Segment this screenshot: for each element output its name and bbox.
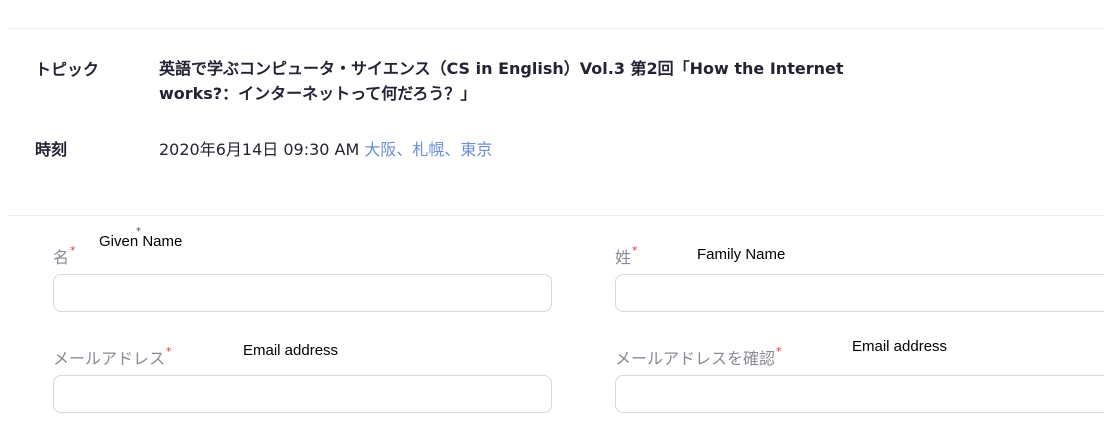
- time-zone-link[interactable]: 大阪、札幌、東京: [364, 140, 492, 159]
- required-mark: *: [166, 345, 172, 358]
- first-name-label-text: 名: [53, 248, 70, 267]
- required-mark: *: [776, 345, 782, 358]
- required-mark: *: [632, 244, 638, 257]
- email-confirm-label: メールアドレスを確認*: [615, 345, 782, 369]
- email-input[interactable]: [53, 375, 552, 413]
- annotation-given-name: Given Name: [99, 233, 183, 250]
- time-label: 時刻: [35, 140, 68, 159]
- required-mark: *: [70, 244, 76, 257]
- topic-value: 英語で学ぶコンピュータ・サイエンス（CS in English）Vol.3 第2…: [159, 59, 844, 103]
- email-label: メールアドレス*: [53, 345, 172, 369]
- section-divider: [8, 215, 1104, 216]
- email-confirm-label-text: メールアドレスを確認: [615, 349, 776, 368]
- annotation-email-address: Email address: [243, 342, 339, 359]
- top-divider: [8, 28, 1104, 29]
- last-name-label-text: 姓: [615, 248, 632, 267]
- annotation-family-name: Family Name: [697, 246, 786, 263]
- registration-page: トピック 英語で学ぶコンピュータ・サイエンス（CS in English）Vol…: [0, 0, 1104, 446]
- last-name-label: 姓*: [615, 244, 638, 268]
- first-name-label: 名*: [53, 244, 76, 268]
- time-value: 2020年6月14日 09:30 AM: [159, 140, 360, 159]
- first-name-input[interactable]: [53, 274, 552, 312]
- last-name-input[interactable]: [615, 274, 1104, 312]
- annotation-email-address-confirm: Email address: [852, 338, 948, 355]
- email-label-text: メールアドレス: [53, 349, 166, 368]
- email-confirm-input[interactable]: [615, 375, 1104, 413]
- time-value-row: 2020年6月14日 09:30 AM 大阪、札幌、東京: [159, 136, 492, 160]
- topic-label: トピック: [35, 60, 100, 79]
